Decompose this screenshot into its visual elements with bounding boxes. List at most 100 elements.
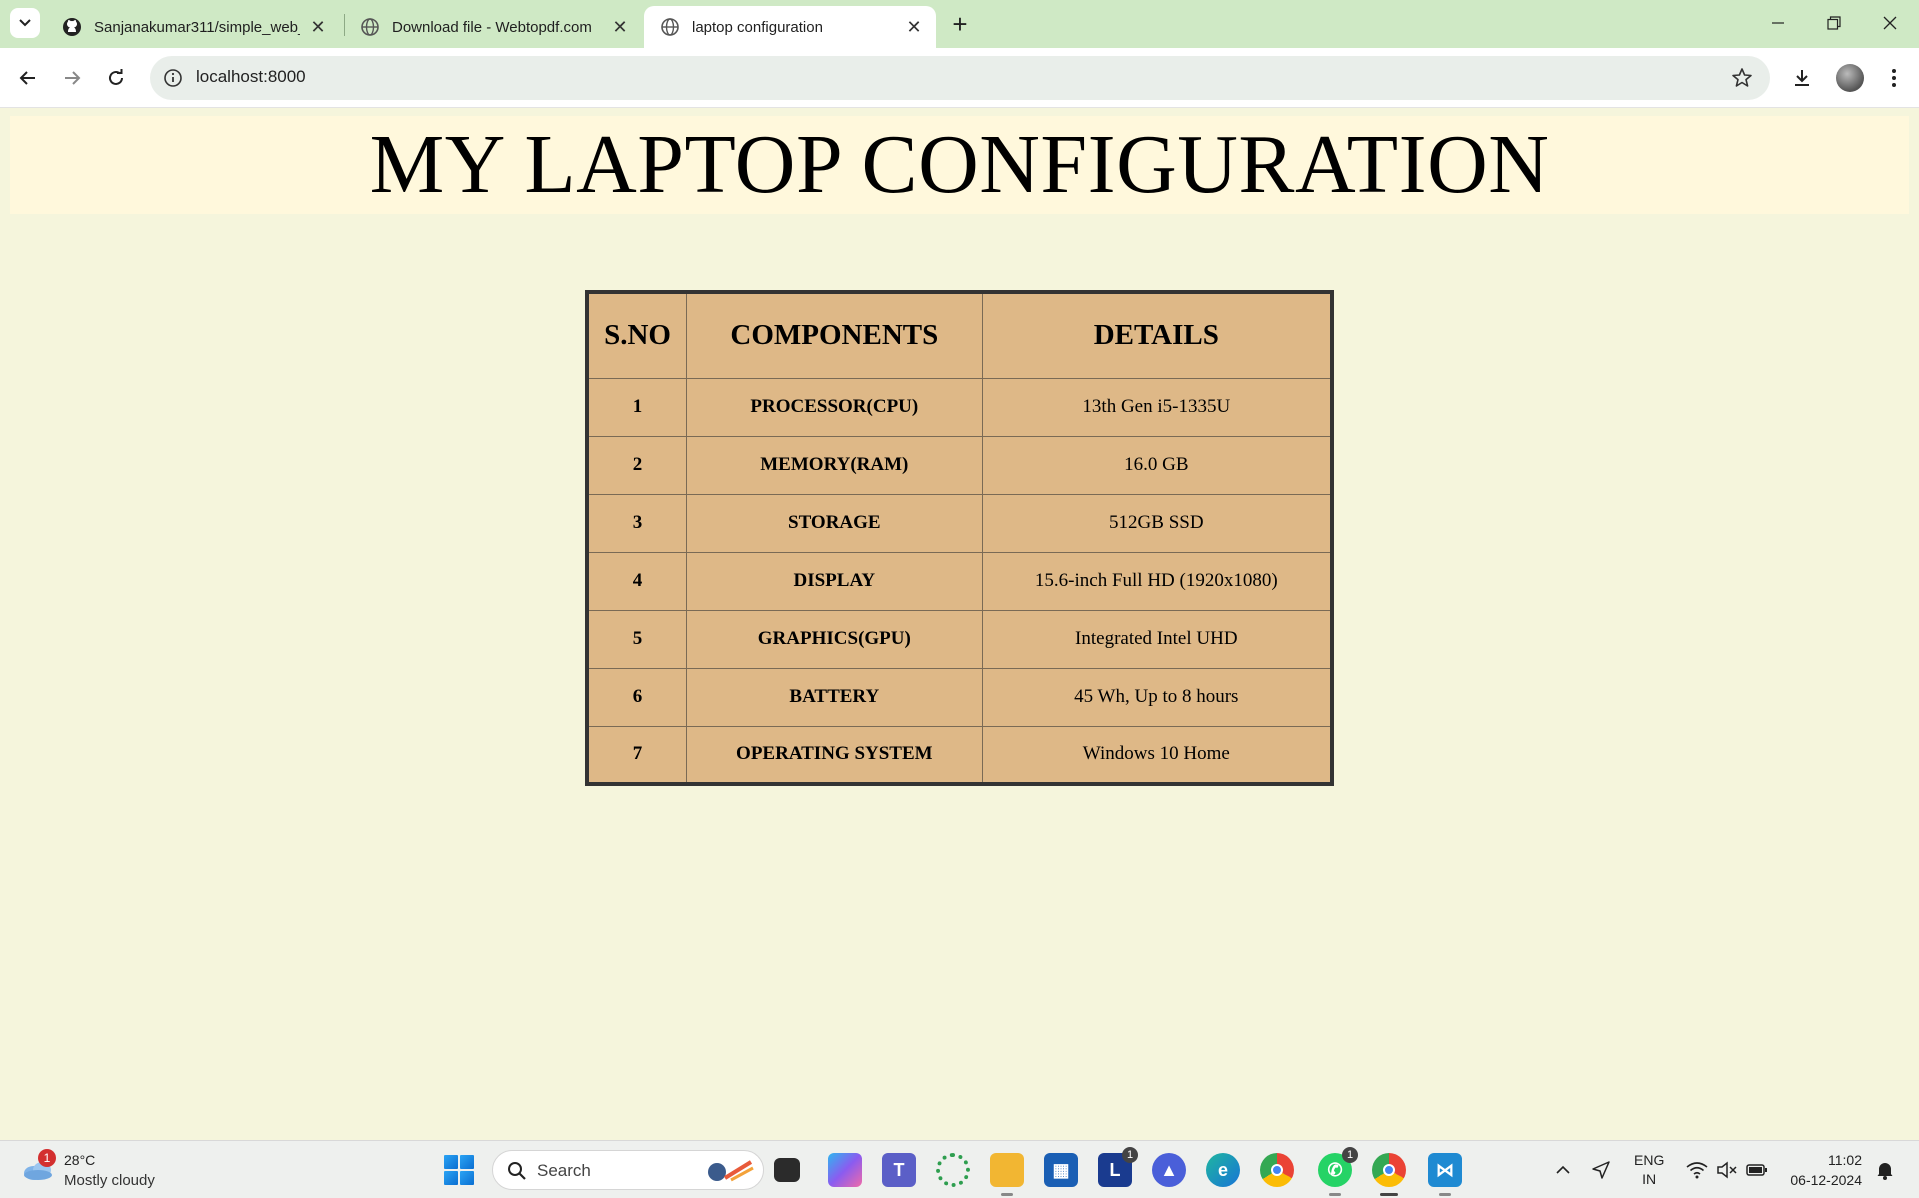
url-text[interactable]: localhost:8000 [196, 67, 306, 87]
minimize-button[interactable] [1750, 0, 1806, 46]
configuration-table: S.NO COMPONENTS DETAILS 1 PROCESSOR(CPU)… [585, 290, 1334, 786]
plus-icon: + [952, 8, 968, 39]
location-arrow-icon [1592, 1161, 1610, 1179]
loader-app-button[interactable] [936, 1153, 970, 1187]
windows-logo-icon [460, 1155, 474, 1169]
cell-component: BATTERY [686, 667, 983, 727]
minimize-icon [1772, 22, 1784, 24]
app-badge: 1 [1342, 1147, 1358, 1163]
browser-toolbar: localhost:8000 [0, 48, 1919, 108]
l-app-icon: L [1109, 1159, 1121, 1180]
edge-icon: e [1217, 1159, 1228, 1180]
chevron-up-icon [1556, 1165, 1570, 1174]
language-code: ENG [1634, 1152, 1665, 1168]
cell-details: Integrated Intel UHD [981, 609, 1333, 669]
tab-strip: Sanjanakumar311/simple_web_ ✕ Download f… [0, 0, 1919, 48]
table-row: 3 STORAGE 512GB SSD [586, 493, 1333, 553]
whatsapp-button[interactable]: ✆ 1 [1318, 1147, 1358, 1196]
menu-button[interactable] [1878, 62, 1910, 94]
star-icon[interactable] [1730, 66, 1754, 90]
l-app-button[interactable]: L1 [1098, 1147, 1138, 1187]
volume-button[interactable] [1714, 1157, 1740, 1183]
start-button[interactable] [444, 1155, 474, 1185]
cell-component: MEMORY(RAM) [686, 435, 983, 495]
forward-button[interactable] [56, 62, 88, 94]
close-icon[interactable]: ✕ [904, 17, 924, 37]
weather-widget[interactable]: 1 28°C Mostly cloudy [22, 1149, 182, 1191]
arrow-left-icon [19, 71, 35, 85]
edge-button[interactable]: e [1206, 1153, 1240, 1187]
more-vertical-icon [1892, 69, 1896, 87]
active-indicator [1380, 1193, 1398, 1196]
show-hidden-icons-button[interactable] [1550, 1157, 1576, 1183]
table-row: 1 PROCESSOR(CPU) 13th Gen i5-1335U [586, 377, 1333, 437]
downloads-button[interactable] [1786, 62, 1818, 94]
chrome-profile-button[interactable] [1372, 1153, 1406, 1196]
profile-avatar[interactable] [1836, 64, 1864, 92]
close-icon[interactable]: ✕ [610, 17, 630, 37]
system-clock[interactable]: 11:02 06-12-2024 [1782, 1150, 1862, 1190]
teams-button[interactable]: T [882, 1153, 916, 1187]
chevron-down-icon [19, 19, 31, 27]
close-icon [1883, 16, 1897, 30]
taskbar-search[interactable]: Search [492, 1150, 764, 1190]
windows-logo-icon [460, 1171, 474, 1185]
tab-title: Sanjanakumar311/simple_web_ [94, 18, 300, 36]
windows-logo-icon [444, 1171, 458, 1185]
tab-title: laptop configuration [692, 18, 823, 36]
cell-details: 15.6-inch Full HD (1920x1080) [981, 551, 1333, 611]
page-content: MY LAPTOP CONFIGURATION S.NO COMPONENTS … [0, 108, 1919, 1140]
new-tab-button[interactable]: + [946, 8, 974, 39]
info-icon[interactable] [162, 67, 184, 89]
restore-button[interactable] [1806, 0, 1862, 46]
header-components: COMPONENTS [686, 291, 983, 379]
clock-date: 06-12-2024 [1790, 1172, 1862, 1188]
tab-webtopdf[interactable]: Download file - Webtopdf.com ✕ [344, 6, 642, 48]
language-indicator[interactable]: ENG IN [1634, 1151, 1664, 1189]
wifi-button[interactable] [1684, 1157, 1710, 1183]
page-title: MY LAPTOP CONFIGURATION [369, 118, 1550, 211]
close-window-button[interactable] [1862, 0, 1918, 46]
copilot-button[interactable] [828, 1153, 862, 1187]
header-sno: S.NO [586, 291, 688, 379]
chrome-icon [1271, 1164, 1283, 1176]
microsoft-store-button[interactable]: ▦ [1044, 1153, 1078, 1187]
reload-button[interactable] [100, 62, 132, 94]
volume-muted-icon [1717, 1161, 1737, 1179]
address-bar[interactable]: localhost:8000 [150, 56, 1770, 100]
cell-sno: 5 [586, 609, 688, 669]
chrome-button[interactable] [1260, 1153, 1294, 1187]
reload-icon [109, 69, 123, 85]
tab-title: Download file - Webtopdf.com [392, 18, 592, 36]
cell-sno: 7 [586, 725, 688, 785]
cell-sno: 1 [586, 377, 688, 437]
globe-icon [361, 18, 379, 36]
region-code: IN [1642, 1171, 1657, 1187]
tab-search-button[interactable] [10, 8, 40, 38]
vscode-button[interactable]: ⋈ [1428, 1153, 1462, 1196]
notifications-button[interactable] [1872, 1157, 1898, 1183]
file-explorer-button[interactable] [990, 1153, 1024, 1196]
cell-details: 13th Gen i5-1335U [981, 377, 1333, 437]
battery-button[interactable] [1744, 1157, 1770, 1183]
windows-logo-icon [444, 1155, 458, 1169]
cell-details: Windows 10 Home [981, 725, 1333, 785]
clock-time: 11:02 [1828, 1152, 1862, 1168]
tab-laptop-configuration[interactable]: laptop configuration ✕ [644, 6, 936, 48]
cell-details: 512GB SSD [981, 493, 1333, 553]
tab-github[interactable]: Sanjanakumar311/simple_web_ ✕ [46, 6, 340, 48]
affinity-app-button[interactable]: ▲ [1152, 1153, 1186, 1187]
location-button[interactable] [1588, 1157, 1614, 1183]
taskbar: 1 28°C Mostly cloudy Search T ▦ L1 ▲ e ✆… [0, 1140, 1919, 1198]
back-button[interactable] [12, 62, 44, 94]
cell-sno: 2 [586, 435, 688, 495]
cell-component: PROCESSOR(CPU) [686, 377, 983, 437]
table-row: 6 BATTERY 45 Wh, Up to 8 hours [586, 667, 1333, 727]
weather-temperature: 28°C [64, 1152, 96, 1168]
cell-component: OPERATING SYSTEM [686, 725, 983, 785]
close-icon[interactable]: ✕ [308, 17, 328, 37]
cell-sno: 6 [586, 667, 688, 727]
task-view-button[interactable] [774, 1158, 800, 1182]
restore-icon [1827, 16, 1841, 30]
weather-condition: Mostly cloudy [64, 1172, 155, 1189]
